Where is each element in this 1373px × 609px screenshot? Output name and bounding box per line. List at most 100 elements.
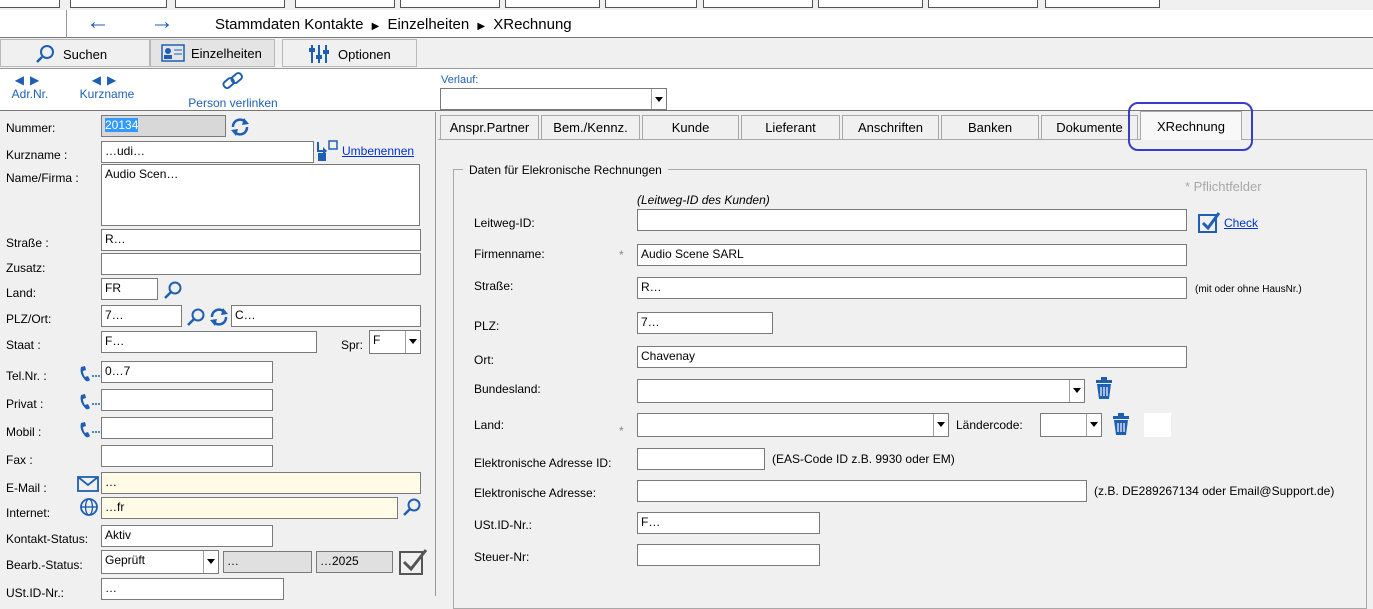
globe-icon[interactable]	[79, 497, 99, 517]
chevron-down-icon[interactable]	[651, 89, 666, 109]
eadr-field[interactable]	[637, 480, 1087, 502]
zusatz-field[interactable]	[101, 253, 421, 275]
window-tab[interactable]	[703, 0, 813, 8]
bundesland-select[interactable]	[637, 379, 1085, 403]
firmenname-label: Firmenname:	[474, 247, 545, 261]
kurzname-nav[interactable]: ◀▶ Kurzname	[75, 73, 139, 101]
land-field[interactable]: FR	[101, 278, 158, 300]
window-tab[interactable]	[1045, 0, 1160, 8]
refresh-icon[interactable]	[208, 306, 230, 328]
mobil-field[interactable]	[101, 417, 273, 439]
tab-dokumente[interactable]: Dokumente	[1041, 115, 1138, 139]
checkbox-checked-icon[interactable]	[398, 546, 428, 576]
bearb-select[interactable]: Geprüft	[101, 550, 219, 574]
tab-bem-kennz[interactable]: Bem./Kennz.	[541, 115, 640, 139]
window-tab[interactable]	[605, 0, 697, 8]
search-icon[interactable]	[186, 307, 206, 327]
steuer-field[interactable]	[637, 544, 820, 566]
nummer-field[interactable]: 20134	[101, 115, 226, 137]
land-label: Land:	[6, 286, 37, 300]
eadr-id-field[interactable]	[637, 448, 765, 470]
chevron-down-icon[interactable]	[1086, 414, 1101, 436]
window-tab[interactable]	[70, 0, 167, 8]
tab-banken[interactable]: Banken	[941, 115, 1039, 139]
contact-card-icon	[161, 44, 185, 62]
search-icon[interactable]	[402, 497, 422, 517]
phone-icon[interactable]	[78, 392, 100, 412]
window-tab[interactable]	[400, 0, 500, 8]
trash-icon[interactable]	[1093, 377, 1115, 401]
tel-label: Tel.Nr. :	[6, 369, 47, 383]
window-tab[interactable]	[175, 0, 285, 8]
refresh-icon[interactable]	[229, 116, 251, 138]
window-tab[interactable]	[818, 0, 923, 8]
search-button[interactable]: Suchen	[0, 39, 150, 67]
internet-label: Internet:	[6, 506, 51, 520]
internet-field[interactable]: …fr	[101, 497, 398, 519]
search-icon[interactable]	[163, 280, 183, 300]
email-label: E-Mail :	[6, 481, 47, 495]
breadcrumb-item[interactable]: Einzelheiten	[387, 16, 469, 33]
tab-lieferant[interactable]: Lieferant	[741, 115, 840, 139]
adrnr-nav[interactable]: ◀▶ Adr.Nr.	[10, 73, 50, 101]
firma-field[interactable]: Audio Scen…	[101, 164, 420, 226]
envelope-icon[interactable]	[77, 475, 99, 493]
chevron-down-icon[interactable]	[933, 414, 948, 436]
staat-field[interactable]: F…	[101, 331, 317, 353]
email-field[interactable]: …	[101, 472, 421, 494]
chevron-down-icon[interactable]	[1069, 380, 1084, 402]
ustid-field[interactable]: …	[101, 578, 284, 600]
check-icon[interactable]	[1197, 210, 1221, 234]
window-tab[interactable]	[0, 0, 60, 8]
ustid-field[interactable]: F…	[637, 512, 820, 534]
kurzname-nav-label: Kurzname	[79, 87, 135, 101]
ort-field[interactable]: Chavenay	[637, 346, 1187, 368]
chevron-down-icon[interactable]	[203, 551, 218, 573]
required-star: *	[619, 424, 624, 438]
laendercode-select[interactable]	[1040, 413, 1102, 437]
link-person-button[interactable]: Person verlinken	[183, 71, 283, 110]
kurzname-field[interactable]: …udi…	[101, 141, 314, 163]
eadr-label: Elektronische Adresse:	[474, 486, 597, 500]
privat-field[interactable]	[101, 389, 273, 411]
window-tab[interactable]	[928, 0, 1038, 8]
phone-icon[interactable]	[78, 364, 100, 384]
tab-anschriften[interactable]: Anschriften	[842, 115, 939, 139]
firmenname-field[interactable]: Audio Scene SARL	[637, 244, 1187, 266]
annotation-highlight	[1128, 102, 1253, 151]
kontakt-field[interactable]: Aktiv	[101, 525, 273, 547]
divider	[66, 10, 67, 38]
fax-field[interactable]	[101, 445, 273, 467]
nummer-label: Nummer:	[6, 121, 56, 135]
window-tab[interactable]	[505, 0, 600, 8]
back-arrow-icon[interactable]: ←	[86, 8, 110, 36]
leitweg-label: Leitweg-ID:	[474, 216, 535, 230]
rename-link[interactable]: Umbenennen	[342, 144, 414, 158]
details-button[interactable]: Einzelheiten	[150, 39, 275, 67]
check-link[interactable]: Check	[1224, 216, 1258, 230]
verlauf-select[interactable]	[440, 88, 667, 110]
forward-arrow-icon[interactable]: →	[150, 8, 174, 36]
window-tab[interactable]	[295, 0, 395, 8]
tab-anspr-partner[interactable]: Anspr.Partner	[440, 115, 539, 139]
tab-kunde[interactable]: Kunde	[642, 115, 739, 139]
breadcrumb-item[interactable]: XRechnung	[493, 16, 571, 33]
breadcrumb-item[interactable]: Stammdaten Kontakte	[215, 16, 363, 33]
plz-field[interactable]: 7…	[637, 312, 773, 334]
land-select[interactable]	[637, 413, 949, 437]
chevron-down-icon[interactable]	[405, 331, 420, 353]
strasse-field[interactable]: R…	[637, 277, 1187, 299]
leitweg-field[interactable]	[637, 209, 1187, 231]
spr-label: Spr:	[341, 338, 364, 352]
phone-icon[interactable]	[78, 420, 100, 440]
options-button[interactable]: Optionen	[282, 39, 417, 67]
rename-icon[interactable]	[315, 139, 339, 163]
ort-field[interactable]: C…	[231, 305, 421, 327]
spr-select[interactable]: F	[369, 330, 421, 354]
trash-icon[interactable]	[1110, 413, 1132, 437]
laendercode-label: Ländercode:	[956, 418, 1023, 432]
plz-field[interactable]: 7…	[101, 305, 182, 327]
strasse-field[interactable]: R…	[101, 229, 421, 251]
tel-field[interactable]: 0…7	[101, 361, 273, 383]
steuer-label: Steuer-Nr:	[474, 550, 530, 564]
